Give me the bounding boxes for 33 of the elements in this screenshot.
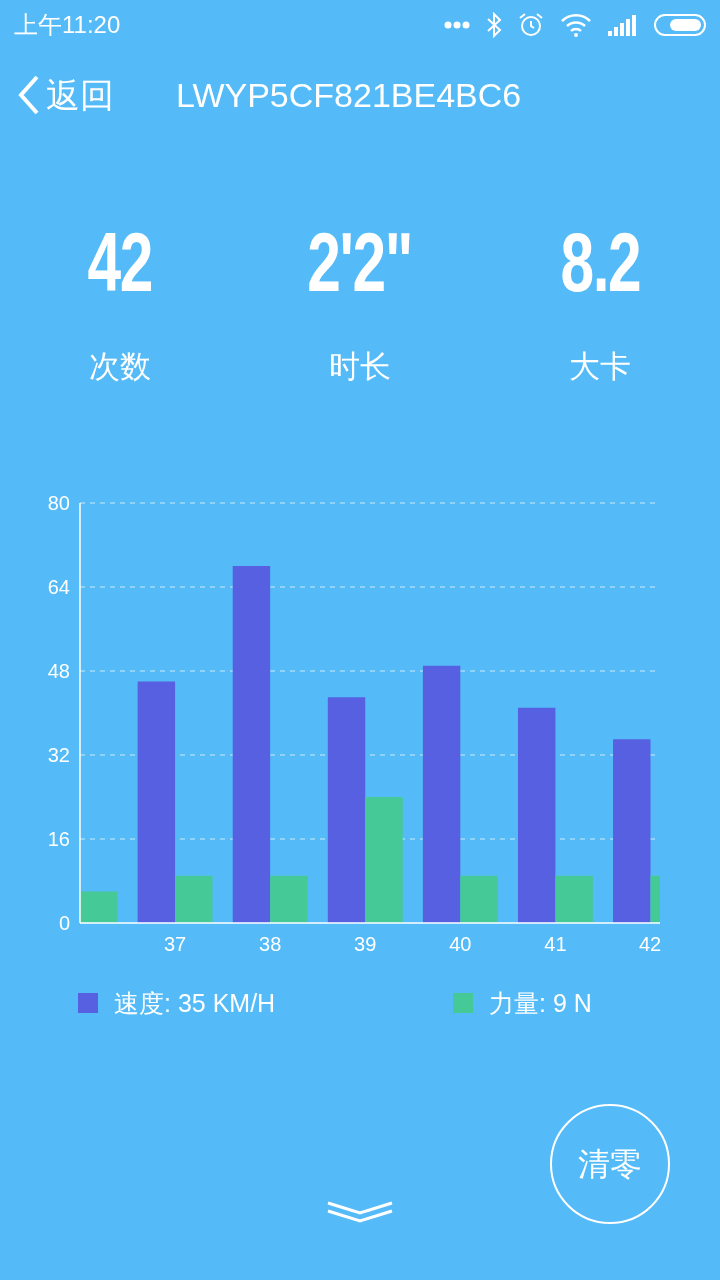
alarm-icon: [518, 12, 544, 38]
y-tick-label: 80: [47, 491, 70, 514]
y-tick-label: 0: [58, 911, 70, 934]
reset-button[interactable]: 清零: [550, 1104, 670, 1224]
stat-label: 次数: [89, 348, 151, 386]
bar: [80, 891, 118, 923]
x-tick-label: 38: [259, 932, 282, 953]
more-icon: [444, 21, 470, 29]
x-tick-label: 42: [638, 932, 662, 953]
wifi-icon: [560, 13, 592, 37]
y-tick-label: 32: [47, 743, 70, 766]
legend-label: 力量: 9 N: [489, 987, 592, 1019]
stat-label: 大卡: [569, 348, 631, 386]
back-button[interactable]: 返回: [18, 69, 114, 121]
y-tick-label: 16: [47, 827, 70, 850]
status-time: 上午11:20: [14, 10, 121, 40]
stat-value: 42: [87, 220, 153, 304]
expand-icon[interactable]: [327, 1200, 393, 1224]
x-tick-label: 40: [449, 932, 472, 953]
stat-value: 8.2: [560, 220, 640, 304]
signal-icon: [608, 14, 638, 36]
y-tick-label: 64: [47, 575, 70, 598]
x-tick-label: 41: [544, 932, 567, 953]
x-tick-label: 39: [354, 932, 377, 953]
device-title: LWYP5CF821BE4BC6: [176, 74, 522, 116]
back-icon: [18, 75, 40, 115]
battery-icon: [654, 14, 706, 36]
x-tick-label: 37: [163, 932, 187, 953]
y-tick-label: 48: [47, 659, 70, 682]
stat-label: 时长: [329, 348, 391, 386]
stat-value: 2'2": [307, 220, 413, 304]
bluetooth-icon: [486, 12, 502, 38]
legend-label: 速度: 35 KM/H: [114, 987, 276, 1019]
